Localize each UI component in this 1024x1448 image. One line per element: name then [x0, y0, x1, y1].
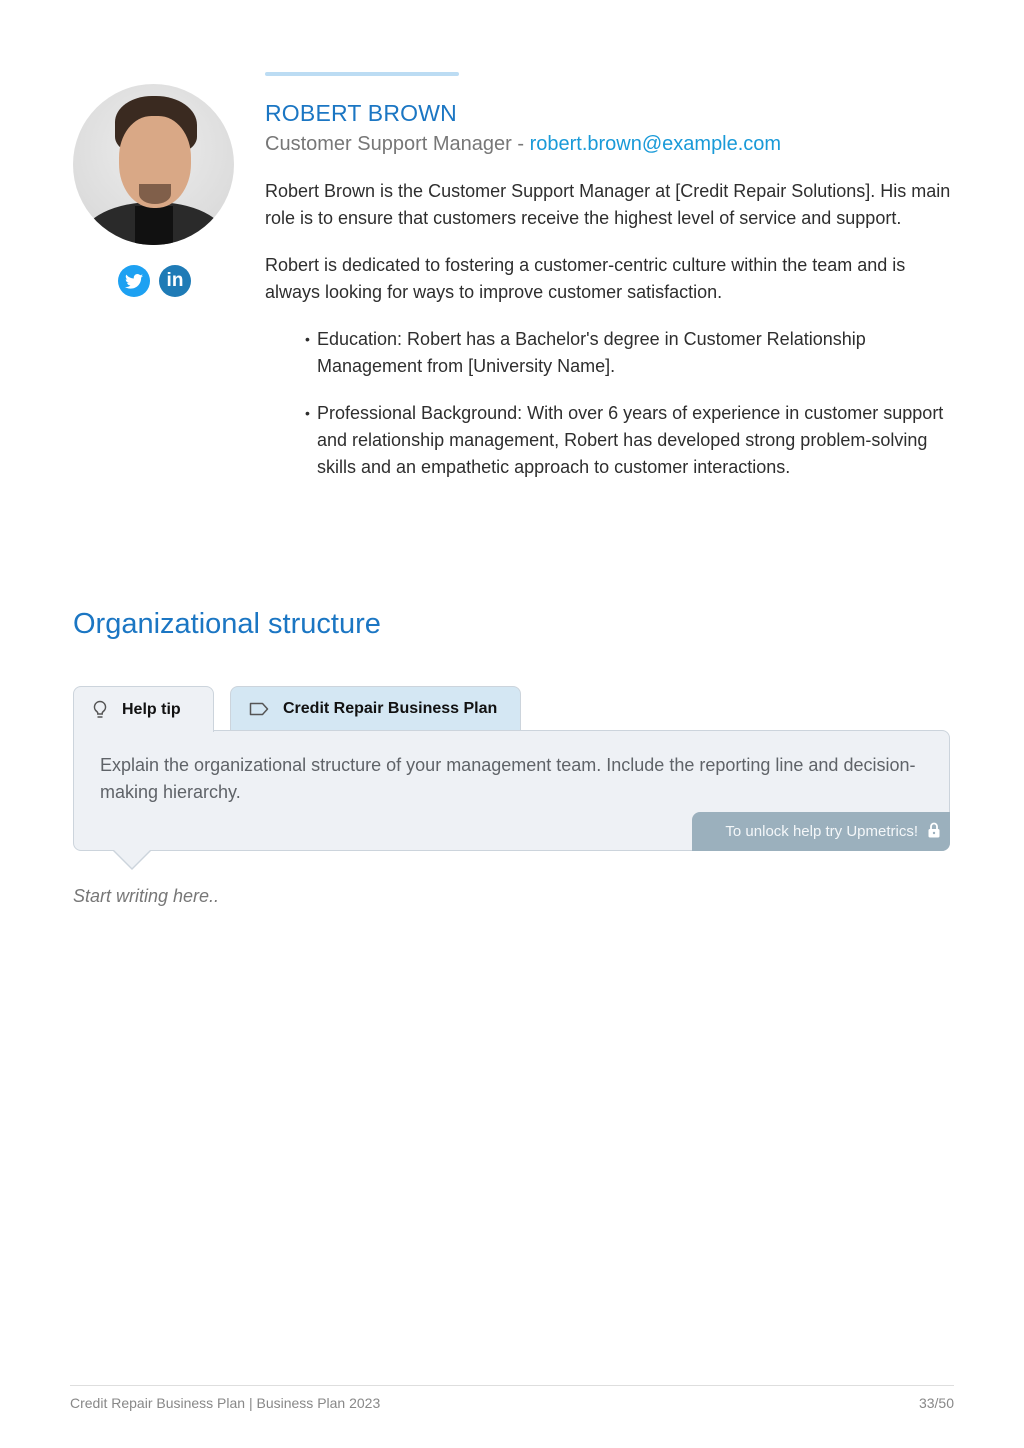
avatar	[73, 84, 234, 245]
bullet-background: Professional Background: With over 6 yea…	[305, 400, 955, 481]
writing-area-placeholder[interactable]: Start writing here..	[73, 886, 219, 907]
member-name: ROBERT BROWN	[265, 100, 457, 126]
callout-pointer	[112, 849, 152, 870]
help-text: Explain the organizational structure of …	[100, 755, 916, 802]
unlock-label: To unlock help try Upmetrics!	[725, 823, 918, 840]
bullet-education: Education: Robert has a Bachelor's degre…	[305, 326, 955, 380]
bio-paragraph: Robert Brown is the Customer Support Man…	[265, 181, 951, 228]
linkedin-icon[interactable]: in	[159, 265, 191, 297]
tab-business-plan[interactable]: Credit Repair Business Plan	[230, 686, 521, 731]
twitter-bird-icon	[125, 273, 143, 289]
lock-icon	[928, 822, 940, 842]
email-link[interactable]: robert.brown@example.com	[530, 133, 782, 155]
social-links: in	[74, 265, 235, 297]
tab-label: Credit Repair Business Plan	[283, 700, 498, 717]
tab-help-tip[interactable]: Help tip	[73, 686, 214, 732]
footer-document-title: Credit Repair Business Plan | Business P…	[70, 1395, 381, 1411]
bio-paragraph: Robert is dedicated to fostering a custo…	[265, 255, 906, 302]
help-tip-panel: Explain the organizational structure of …	[73, 730, 950, 870]
section-title: Organizational structure	[73, 608, 381, 640]
separator: -	[511, 133, 530, 155]
tag-icon	[249, 702, 269, 716]
accent-divider	[265, 72, 459, 76]
unlock-button[interactable]: To unlock help try Upmetrics!	[692, 812, 950, 851]
member-title: Customer Support Manager	[265, 133, 512, 155]
bio: Robert Brown is the Customer Support Man…	[265, 178, 955, 306]
footer-divider	[70, 1385, 954, 1386]
avatar-column: in	[73, 84, 235, 297]
tab-label: Help tip	[122, 700, 181, 718]
tab-bar: Help tip Credit Repair Business Plan	[73, 686, 521, 732]
bullet-list: Education: Robert has a Bachelor's degre…	[305, 326, 955, 481]
role-line: Customer Support Manager - robert.brown@…	[265, 133, 955, 156]
profile-info: ROBERT BROWN Customer Support Manager - …	[265, 72, 955, 501]
page-number: 33/50	[918, 1395, 954, 1411]
twitter-icon[interactable]	[118, 265, 150, 297]
lightbulb-icon	[92, 700, 108, 720]
